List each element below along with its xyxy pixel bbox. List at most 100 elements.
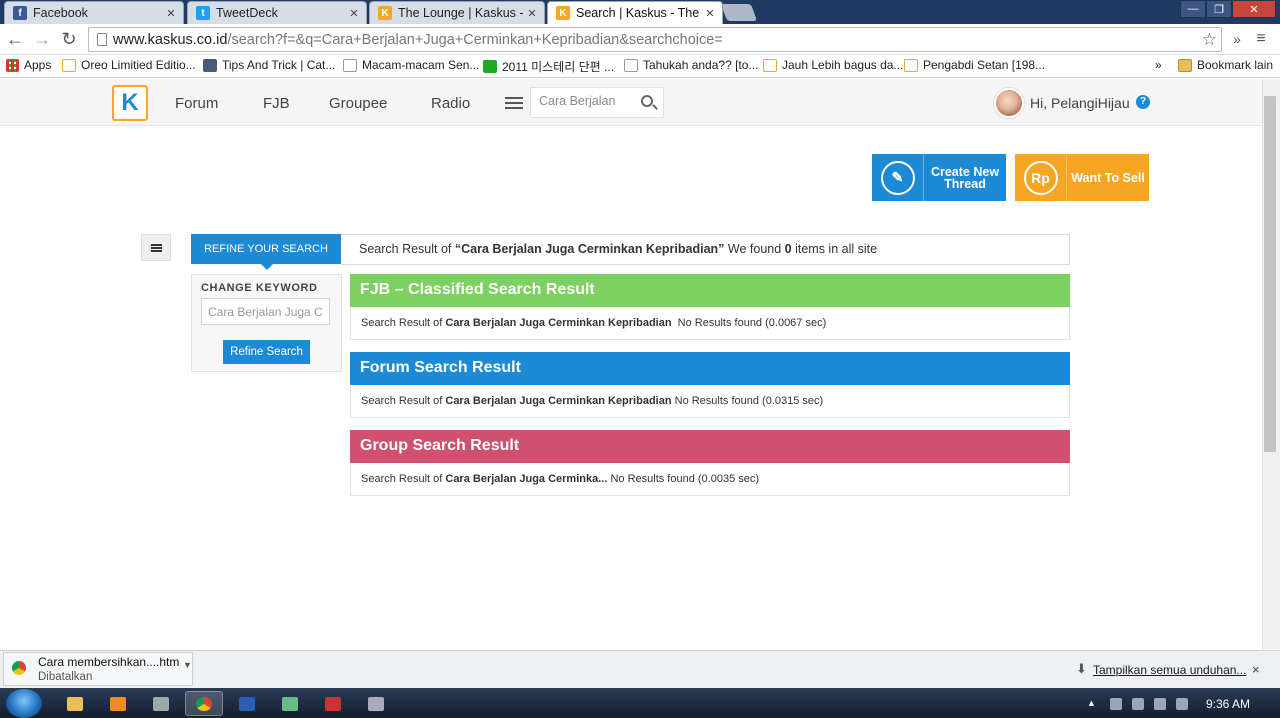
close-icon[interactable]: ✕ bbox=[524, 7, 540, 20]
summary-count: 0 bbox=[784, 242, 792, 256]
bookmark-label: Macam-macam Sen... bbox=[362, 58, 480, 72]
bookmark-label: Pengabdi Setan [198... bbox=[923, 58, 1046, 72]
create-thread-label: Create New Thread bbox=[930, 164, 1000, 191]
chrome-taskbar-icon[interactable] bbox=[185, 691, 223, 716]
bookmark-star-icon[interactable]: ☆ bbox=[1202, 30, 1217, 50]
chrome-icon bbox=[12, 661, 26, 675]
tray-icon[interactable] bbox=[1132, 698, 1144, 710]
nav-fjb[interactable]: FJB bbox=[263, 95, 290, 112]
network-icon[interactable] bbox=[1154, 698, 1166, 710]
search-icon[interactable] bbox=[641, 95, 653, 107]
sidebar-toggle-icon[interactable] bbox=[141, 234, 171, 261]
nav-forum[interactable]: Forum bbox=[175, 95, 218, 112]
keyword-input[interactable] bbox=[201, 298, 330, 325]
want-to-sell-button[interactable]: Rp Want To Sell bbox=[1015, 154, 1149, 201]
bookmark-item[interactable]: Macam-macam Sen... bbox=[343, 58, 479, 72]
header-search bbox=[530, 87, 664, 118]
back-arrow-icon[interactable]: ← bbox=[4, 28, 26, 50]
bookmark-label: 2011 미스테리 단편 ... bbox=[502, 60, 615, 74]
close-icon[interactable]: ✕ bbox=[346, 7, 362, 20]
tab-title: TweetDeck bbox=[216, 6, 278, 20]
tab-title: The Lounge | Kaskus - The bbox=[398, 6, 524, 20]
tray-expand-icon[interactable]: ▲ bbox=[1087, 698, 1099, 710]
download-status: Dibatalkan bbox=[38, 671, 93, 683]
section-result-text: Search Result of Cara Berjalan Juga Cerm… bbox=[350, 385, 1070, 418]
result-query: Cara Berjalan Juga Cerminkan Kepribadian bbox=[445, 395, 672, 407]
tab-tweetdeck[interactable]: t TweetDeck ✕ bbox=[187, 1, 367, 24]
url-host: www.kaskus.co.id bbox=[113, 32, 228, 48]
result-prefix: Search Result of bbox=[361, 395, 446, 407]
summary-middle: We found bbox=[724, 242, 785, 256]
menu-icon[interactable]: ≡ bbox=[1250, 28, 1272, 50]
app-taskbar-icon[interactable] bbox=[142, 691, 180, 716]
scrollbar-thumb[interactable] bbox=[1264, 96, 1276, 452]
hamburger-menu-icon[interactable] bbox=[505, 94, 523, 110]
address-bar[interactable]: www.kaskus.co.id/search?f=&q=Cara+Berjal… bbox=[88, 27, 1222, 52]
tab-search-active[interactable]: K Search | Kaskus - The Larg ✕ bbox=[547, 1, 723, 24]
section-result-text: Search Result of Cara Berjalan Juga Cerm… bbox=[350, 463, 1070, 496]
user-greeting[interactable]: Hi, PelangiHijau bbox=[1030, 95, 1130, 111]
refine-search-header[interactable]: REFINE YOUR SEARCH bbox=[191, 234, 341, 270]
more-bookmarks-button[interactable]: » bbox=[1155, 58, 1162, 72]
word-taskbar-icon[interactable] bbox=[228, 691, 266, 716]
kaskus-logo[interactable]: K bbox=[112, 85, 148, 121]
minimize-button[interactable]: — bbox=[1180, 0, 1206, 18]
create-new-thread-button[interactable]: ✎ Create New Thread bbox=[872, 154, 1006, 201]
download-arrow-icon: ⬇ bbox=[1076, 661, 1087, 676]
kaskus-icon bbox=[62, 58, 76, 72]
show-all-downloads-link[interactable]: Tampilkan semua unduhan... bbox=[1093, 663, 1246, 677]
taskbar-clock[interactable]: 9:36 AM bbox=[1206, 697, 1250, 711]
summary-query: “Cara Berjalan Juga Cerminkan Kepribadia… bbox=[454, 242, 725, 256]
help-icon[interactable]: ? bbox=[1136, 95, 1150, 109]
bookmark-apps[interactable]: Apps bbox=[6, 58, 51, 72]
refine-search-button[interactable]: Refine Search bbox=[223, 340, 310, 364]
explorer-taskbar-icon[interactable] bbox=[56, 691, 94, 716]
bookmark-item[interactable]: Tahukah anda?? [to... bbox=[624, 58, 758, 72]
summary-prefix: Search Result of bbox=[359, 242, 455, 256]
new-tab-button[interactable] bbox=[720, 4, 758, 21]
maximize-button[interactable]: ❐ bbox=[1206, 0, 1232, 18]
tab-lounge[interactable]: K The Lounge | Kaskus - The ✕ bbox=[369, 1, 545, 24]
site-icon bbox=[203, 58, 217, 72]
folder-icon bbox=[1178, 58, 1192, 72]
tab-title: Facebook bbox=[33, 6, 88, 20]
app-taskbar-icon[interactable] bbox=[357, 691, 395, 716]
windows-start-icon[interactable] bbox=[6, 689, 42, 718]
section-result-text: Search Result of Cara Berjalan Juga Cerm… bbox=[350, 307, 1070, 340]
tray-icon[interactable] bbox=[1110, 698, 1122, 710]
bookmark-item[interactable]: Oreo Limitied Editio... bbox=[62, 58, 196, 72]
nav-groupee[interactable]: Groupee bbox=[329, 95, 387, 112]
app-taskbar-icon[interactable] bbox=[314, 691, 352, 716]
nav-radio[interactable]: Radio bbox=[431, 95, 470, 112]
close-icon[interactable]: ✕ bbox=[702, 7, 718, 20]
reload-icon[interactable]: ↻ bbox=[58, 28, 80, 50]
result-query: Cara Berjalan Juga Cerminkan Kepribadian bbox=[445, 317, 672, 329]
group-results-section: Group Search Result Search Result of Car… bbox=[350, 430, 1070, 496]
result-query: Cara Berjalan Juga Cerminka... bbox=[445, 473, 608, 485]
volume-icon[interactable] bbox=[1176, 698, 1188, 710]
forward-arrow-icon[interactable]: → bbox=[31, 28, 53, 50]
bookmarks-bar: Apps Oreo Limitied Editio... Tips And Tr… bbox=[0, 55, 1280, 78]
kaskus-icon: K bbox=[378, 6, 392, 20]
tab-facebook[interactable]: f Facebook ✕ bbox=[4, 1, 184, 24]
bookmark-item[interactable]: 2011 미스테리 단편 ... bbox=[483, 58, 614, 75]
bookmark-label: Tahukah anda?? [to... bbox=[643, 58, 759, 72]
close-icon[interactable]: ✕ bbox=[163, 7, 179, 20]
chevron-down-icon[interactable]: ▼ bbox=[183, 660, 192, 670]
media-player-taskbar-icon[interactable] bbox=[99, 691, 137, 716]
app-taskbar-icon[interactable] bbox=[271, 691, 309, 716]
pencil-icon: ✎ bbox=[872, 154, 924, 201]
kaskus-icon bbox=[904, 58, 918, 72]
extensions-chevron-icon[interactable]: » bbox=[1226, 28, 1248, 50]
other-bookmarks-folder[interactable]: Bookmark lain bbox=[1178, 58, 1273, 72]
bookmark-item[interactable]: Tips And Trick | Cat... bbox=[203, 58, 335, 72]
user-avatar[interactable] bbox=[994, 88, 1024, 118]
bookmark-item[interactable]: Pengabdi Setan [198... bbox=[904, 58, 1045, 72]
close-icon[interactable]: × bbox=[1252, 662, 1260, 677]
bookmark-item[interactable]: Jauh Lebih bagus da... bbox=[763, 58, 903, 72]
bookmark-label: Jauh Lebih bagus da... bbox=[782, 58, 904, 72]
window-close-button[interactable]: ✕ bbox=[1232, 0, 1276, 18]
result-status: No Results found (0.0315 sec) bbox=[671, 395, 824, 407]
section-title: Group Search Result bbox=[350, 430, 1070, 463]
header-search-input[interactable] bbox=[539, 94, 633, 108]
